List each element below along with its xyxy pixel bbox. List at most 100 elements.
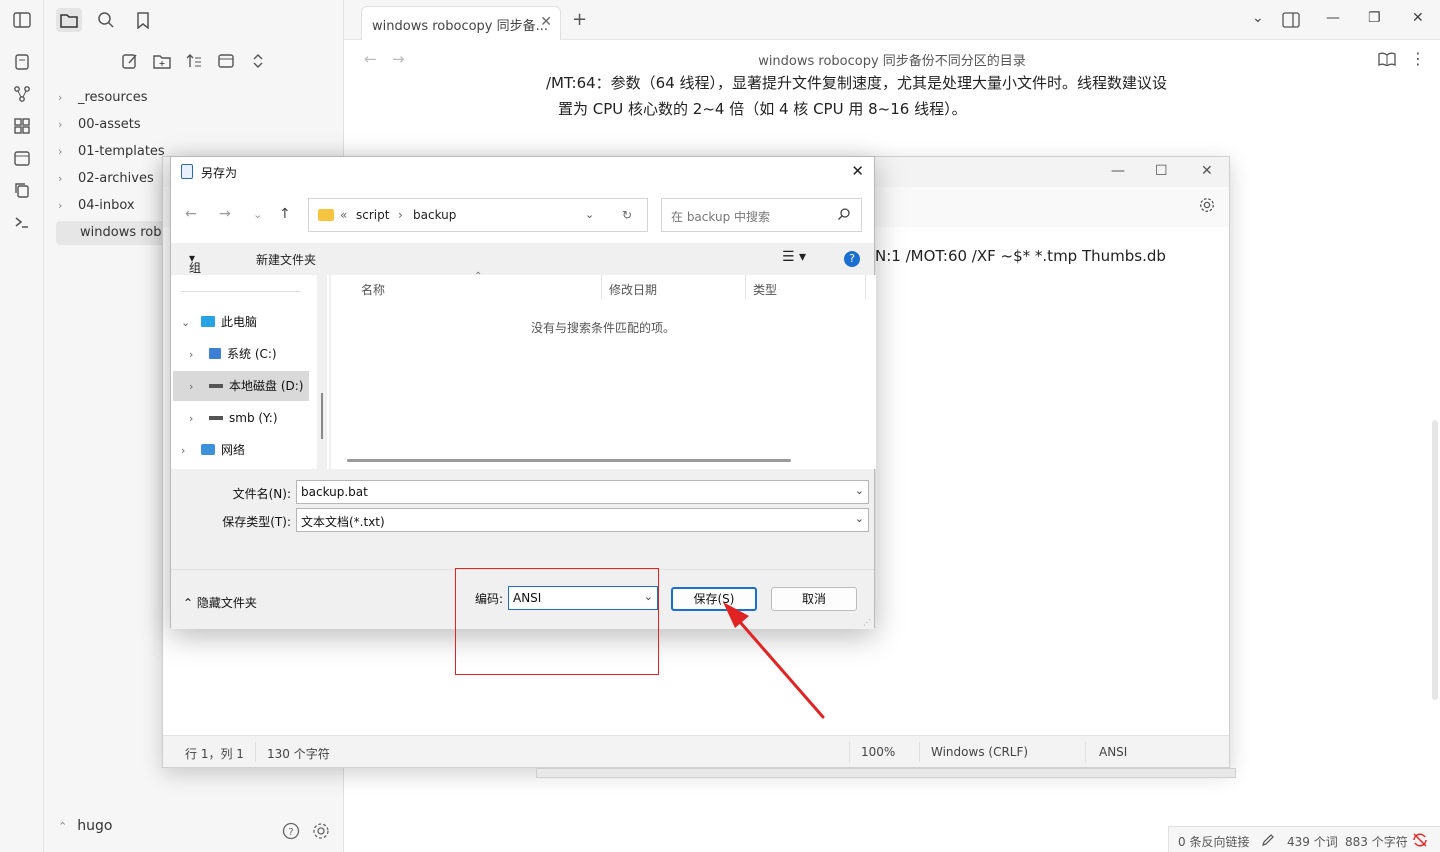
expand-icon[interactable] — [247, 50, 269, 72]
save-button[interactable]: 保存(S) — [671, 587, 757, 611]
search-input[interactable]: 在 backup 中搜索 — [661, 198, 862, 232]
empty-message: 没有与搜索条件匹配的项。 — [531, 321, 676, 335]
column-divider[interactable] — [601, 275, 602, 299]
vault-switcher[interactable]: ⌃ hugo — [58, 818, 112, 834]
organize-menu[interactable]: 组织 ▾ — [189, 251, 201, 292]
restore-icon[interactable]: ❐ — [1368, 10, 1381, 26]
filetype-select[interactable]: 文本文档(*.txt) ⌄ — [296, 508, 869, 532]
new-note-icon[interactable] — [119, 50, 141, 72]
copy-icon[interactable] — [12, 180, 32, 200]
close-icon[interactable]: ✕ — [540, 14, 552, 30]
calendar-icon[interactable] — [12, 148, 32, 168]
nav-network[interactable]: › 网络 — [181, 435, 245, 465]
chevron-right-icon: › — [58, 199, 63, 212]
annotation-highlight-box — [455, 568, 659, 675]
filename-field[interactable]: backup.bat ⌄ — [296, 480, 869, 504]
sidebar-toggle-icon[interactable] — [12, 10, 32, 30]
chevron-right-icon: › — [398, 208, 403, 222]
search-icon — [838, 208, 850, 220]
nav-drive-y[interactable]: › smb (Y:) — [189, 403, 278, 433]
refresh-icon[interactable]: ↻ — [622, 208, 632, 222]
cancel-button[interactable]: 取消 — [771, 587, 857, 611]
sync-error-icon[interactable] — [1412, 832, 1428, 848]
sort-icon[interactable] — [183, 50, 205, 72]
reading-mode-icon[interactable] — [1378, 52, 1396, 66]
char-count: 130 个字符 — [267, 747, 330, 761]
bookmark-icon[interactable] — [130, 8, 156, 32]
resize-grip-icon[interactable]: ⋰ — [863, 618, 871, 627]
chevron-down-icon[interactable]: ⌄ — [585, 208, 594, 221]
split-view-icon[interactable] — [1282, 12, 1300, 28]
close-icon[interactable]: ✕ — [851, 162, 864, 180]
status-bar: 0 条反向链接 439 个词 883 个字符 — [1168, 826, 1440, 852]
edit-pencil-icon[interactable] — [1261, 833, 1275, 847]
up-arrow-icon[interactable]: ↑ — [279, 206, 291, 222]
hide-folders-toggle[interactable]: ⌃ 隐藏文件夹 — [183, 594, 257, 611]
new-folder-button[interactable]: 新建文件夹 — [256, 251, 316, 268]
tree-folder-assets[interactable]: › 00-assets — [58, 113, 141, 137]
notepad-icon — [181, 164, 193, 179]
breadcrumb-item[interactable]: backup — [413, 208, 456, 222]
close-window-icon[interactable]: ✕ — [1201, 163, 1213, 179]
chevron-down-icon[interactable]: ⌄ — [1252, 10, 1264, 26]
forward-arrow-icon[interactable]: → — [219, 206, 231, 222]
tab-bar: windows robocopy 同步备... ✕ + ⌄ — ❐ ✕ — [344, 0, 1440, 40]
minimize-icon[interactable]: — — [1326, 10, 1340, 26]
back-arrow-icon[interactable]: ← — [185, 206, 197, 222]
maximize-icon[interactable]: ☐ — [1155, 163, 1168, 179]
nav-this-pc[interactable]: ⌄ 此电脑 — [181, 307, 257, 337]
chevron-down-icon[interactable]: ⌄ — [253, 208, 262, 221]
column-modified[interactable]: 修改日期 — [609, 281, 657, 298]
note-content: /MT:64：参数（64 线程），显著提升文件复制速度，尤其是处理大量小文件时。… — [546, 70, 1236, 122]
nav-drive-d[interactable]: › 本地磁盘 (D:) — [173, 371, 309, 401]
address-bar[interactable]: « script › backup ⌄ ↻ — [308, 198, 648, 232]
scroll-thumb[interactable] — [321, 393, 323, 439]
nav-scrollbar[interactable] — [317, 275, 327, 469]
chevron-down-icon[interactable]: ⌄ — [855, 512, 864, 525]
graph-icon[interactable] — [12, 84, 32, 104]
zoom-level: 100% — [861, 745, 896, 759]
column-divider[interactable] — [745, 275, 746, 299]
breadcrumb-item[interactable]: script — [356, 208, 389, 222]
breadcrumb-overflow[interactable]: « — [340, 208, 347, 222]
terminal-icon[interactable] — [12, 212, 32, 232]
tree-folder-archives[interactable]: › 02-archives — [58, 167, 154, 191]
view-options-icon[interactable]: ☰ ▾ — [782, 249, 806, 265]
help-icon[interactable]: ? — [282, 822, 300, 840]
tree-folder-label: 01-templates — [78, 144, 165, 159]
tab-active-note[interactable]: windows robocopy 同步备... ✕ — [361, 6, 561, 40]
nav-drive-c[interactable]: › 系统 (C:) — [189, 339, 277, 369]
page-scrollbar[interactable] — [1432, 420, 1438, 700]
backlinks-count[interactable]: 0 条反向链接 — [1178, 833, 1249, 850]
divider — [919, 742, 920, 762]
column-divider[interactable] — [865, 275, 866, 299]
canvas-icon[interactable] — [12, 116, 32, 136]
file-list: ⌃ 名称 修改日期 类型 没有与搜索条件匹配的项。 — [331, 271, 876, 469]
horizontal-scrollbar[interactable] — [347, 459, 791, 462]
settings-icon[interactable] — [312, 822, 330, 840]
tree-folder-inbox[interactable]: › 04-inbox — [58, 194, 135, 218]
column-name[interactable]: 名称 — [361, 281, 385, 298]
tree-folder-label: 00-assets — [78, 117, 141, 132]
search-icon[interactable] — [93, 8, 119, 32]
dialog-title: 另存为 — [201, 166, 238, 180]
more-options-icon[interactable]: ⋮ — [1410, 49, 1426, 68]
close-window-icon[interactable]: ✕ — [1412, 10, 1424, 26]
minimize-icon[interactable]: — — [1111, 163, 1125, 179]
drive-icon — [209, 416, 223, 420]
help-icon[interactable]: ? — [844, 251, 860, 267]
files-icon[interactable] — [56, 8, 82, 32]
new-tab-icon[interactable]: + — [572, 9, 587, 30]
open-vault-icon[interactable] — [12, 52, 32, 72]
tree-folder-resources[interactable]: › _resources — [58, 86, 148, 110]
tree-folder-templates[interactable]: › 01-templates — [58, 140, 165, 164]
settings-icon[interactable] — [1199, 197, 1215, 213]
note-title: windows robocopy 同步备份不同分区的目录 — [758, 54, 1026, 69]
windows-drive-icon — [209, 348, 221, 359]
chevron-down-icon[interactable]: ⌄ — [855, 484, 864, 497]
column-type[interactable]: 类型 — [753, 281, 777, 298]
new-folder-icon[interactable] — [151, 50, 173, 72]
collapse-all-icon[interactable] — [215, 50, 237, 72]
chevron-right-icon: › — [58, 118, 63, 131]
hide-folders-label: 隐藏文件夹 — [196, 596, 257, 610]
